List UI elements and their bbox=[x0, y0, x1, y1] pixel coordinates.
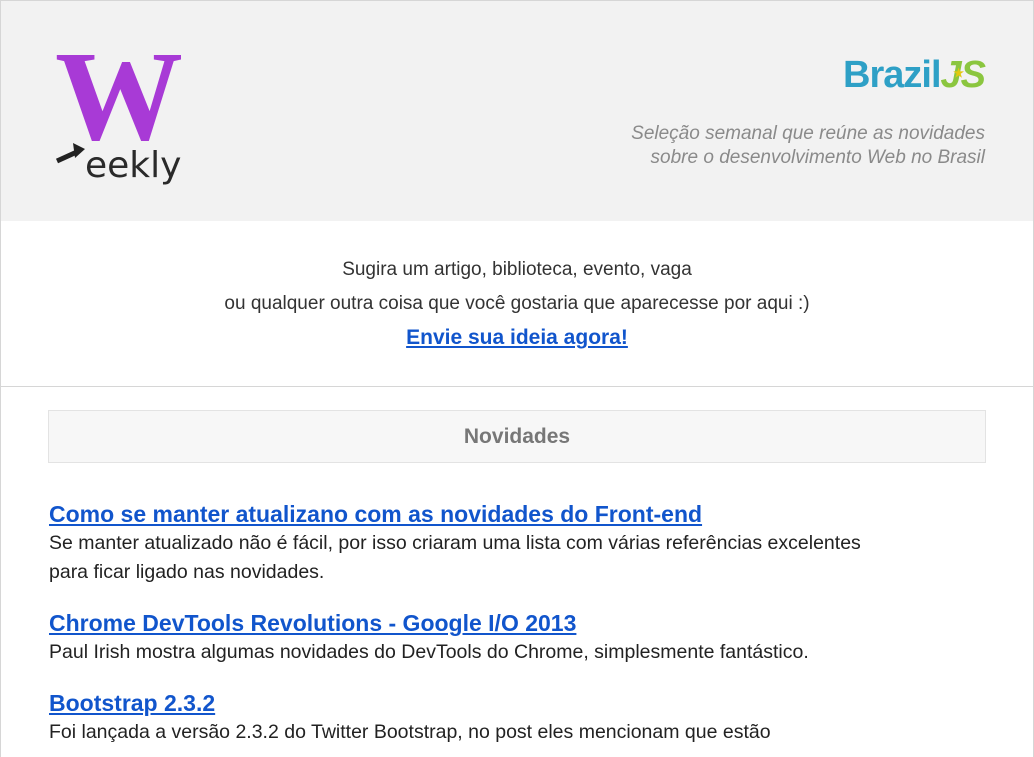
article-title-link[interactable]: Como se manter atualizano com as novidad… bbox=[49, 499, 702, 529]
suggestion-block: Sugira um artigo, biblioteca, evento, va… bbox=[1, 253, 1033, 356]
brand-name-left: Brazil bbox=[843, 54, 941, 96]
tagline-line: sobre o desenvolvimento Web no Brasil bbox=[650, 147, 985, 168]
article-item: Bootstrap 2.3.2 Foi lançada a versão 2.3… bbox=[49, 688, 969, 747]
suggestion-text: Sugira um artigo, biblioteca, evento, va… bbox=[342, 259, 692, 280]
email-page: W eekly BrazilJS ★ Seleção semanal que r… bbox=[0, 0, 1034, 757]
send-idea-link[interactable]: Envie sua ideia agora! bbox=[406, 326, 628, 349]
braziljs-logo[interactable]: BrazilJS ★ bbox=[843, 53, 986, 97]
article-item: Chrome DevTools Revolutions - Google I/O… bbox=[49, 608, 969, 667]
weekly-logo: W eekly bbox=[55, 39, 183, 186]
article-item: Como se manter atualizano com as novidad… bbox=[49, 499, 969, 587]
article-list: Como se manter atualizano com as novidad… bbox=[49, 499, 969, 757]
article-description: para ficar ligado nas novidades. bbox=[49, 561, 325, 583]
article-title-link[interactable]: Bootstrap 2.3.2 bbox=[49, 688, 215, 718]
section-title-box: Novidades bbox=[48, 410, 986, 463]
tagline-line: Seleção semanal que reúne as novidades bbox=[631, 123, 985, 144]
suggestion-text: ou qualquer outra coisa que você gostari… bbox=[224, 293, 810, 314]
article-title-link[interactable]: Chrome DevTools Revolutions - Google I/O… bbox=[49, 608, 576, 638]
article-description: Paul Irish mostra algumas novidades do D… bbox=[49, 641, 809, 663]
header-tagline: Seleção semanal que reúne as novidades s… bbox=[631, 122, 985, 170]
star-icon: ★ bbox=[953, 66, 964, 80]
newsletter-header: W eekly BrazilJS ★ Seleção semanal que r… bbox=[1, 1, 1033, 221]
logo-word: eekly bbox=[85, 145, 181, 186]
article-description: Foi lançada a versão 2.3.2 do Twitter Bo… bbox=[49, 721, 771, 743]
divider bbox=[1, 386, 1033, 387]
section-title: Novidades bbox=[463, 425, 571, 448]
article-description: Se manter atualizado não é fácil, por is… bbox=[49, 532, 861, 554]
